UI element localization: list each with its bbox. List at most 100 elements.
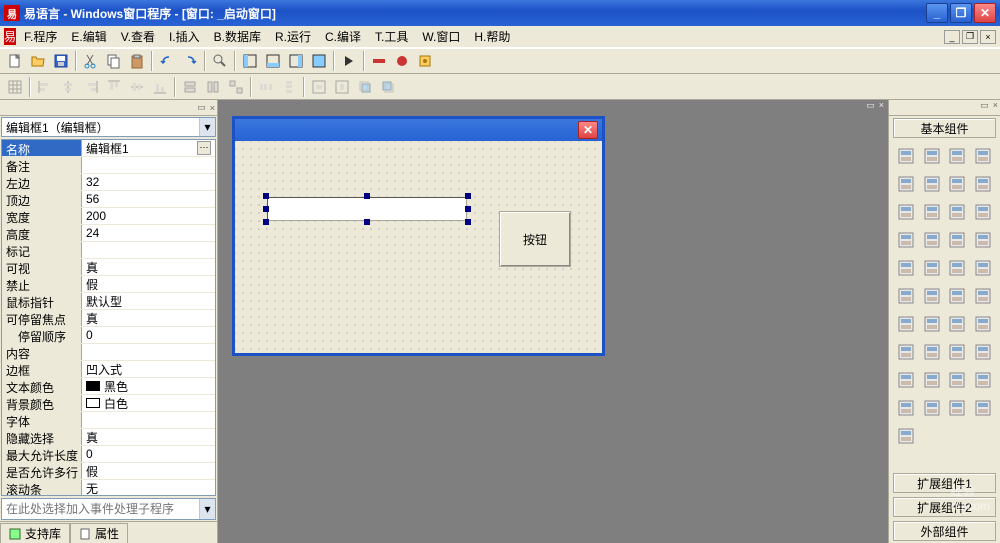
property-value[interactable]: 编辑框1⋯	[82, 140, 215, 156]
property-value[interactable]	[82, 157, 215, 173]
section-basic-components[interactable]: 基本组件	[893, 118, 996, 138]
menu-edit[interactable]: E.编辑	[65, 26, 112, 47]
component-odbc-db[interactable]	[893, 394, 919, 422]
open-file-icon[interactable]	[27, 50, 49, 72]
menu-database[interactable]: B.数据库	[208, 26, 267, 47]
property-value[interactable]: 0	[82, 446, 215, 462]
component-toolbar[interactable]	[893, 366, 919, 394]
component-picture[interactable]	[945, 142, 971, 170]
property-row[interactable]: 鼠标指针默认型	[2, 293, 215, 310]
property-value[interactable]: 0	[82, 327, 215, 343]
component-vline[interactable]	[919, 254, 945, 282]
property-value[interactable]	[82, 242, 215, 258]
component-selector-input[interactable]	[2, 118, 199, 136]
component-hline[interactable]	[893, 254, 919, 282]
undo-icon[interactable]	[156, 50, 178, 72]
component-dialog[interactable]	[919, 310, 945, 338]
component-odbc-query[interactable]	[919, 394, 945, 422]
cut-icon[interactable]	[80, 50, 102, 72]
property-row[interactable]: 内容	[2, 344, 215, 361]
ellipsis-button[interactable]: ⋯	[197, 141, 211, 155]
property-row[interactable]: 名称编辑框1⋯	[2, 140, 215, 157]
property-value[interactable]: 32	[82, 174, 215, 190]
designer-pin-icon[interactable]: ▭	[866, 100, 875, 116]
property-row[interactable]: 禁止假	[2, 276, 215, 293]
handle-se[interactable]	[465, 219, 471, 225]
layout-full-icon[interactable]	[308, 50, 330, 72]
component-odbc-proc[interactable]	[945, 394, 971, 422]
menu-insert[interactable]: I.插入	[163, 26, 206, 47]
component-listbox[interactable]	[970, 198, 996, 226]
component-drive[interactable]	[970, 338, 996, 366]
property-value[interactable]: 假	[82, 463, 215, 479]
component-treeview[interactable]	[945, 366, 971, 394]
component-filedlg[interactable]	[919, 338, 945, 366]
tab-support-lib[interactable]: 支持库	[0, 523, 70, 543]
menu-run[interactable]: R.运行	[269, 26, 317, 47]
property-row[interactable]: 停留顺序0	[2, 327, 215, 344]
mdi-close-button[interactable]: ×	[980, 30, 996, 44]
property-row[interactable]: 是否允许多行假	[2, 463, 215, 480]
component-frame[interactable]	[970, 282, 996, 310]
component-scroll[interactable]	[970, 310, 996, 338]
handle-w[interactable]	[263, 206, 269, 212]
properties-table[interactable]: 名称编辑框1⋯备注左边32顶边56宽度200高度24标记可视真禁止假鼠标指针默认…	[1, 139, 216, 496]
component-odbc-conn[interactable]	[970, 394, 996, 422]
property-row[interactable]: 顶边56	[2, 191, 215, 208]
section-ext1-components[interactable]: 扩展组件1	[893, 473, 996, 493]
layout-bottom-icon[interactable]	[262, 50, 284, 72]
component-statusbar[interactable]	[919, 366, 945, 394]
component-selector[interactable]: ▾	[1, 117, 216, 137]
handle-s[interactable]	[364, 219, 370, 225]
property-value[interactable]: 无	[82, 480, 215, 496]
property-value[interactable]	[82, 412, 215, 428]
menu-help[interactable]: H.帮助	[468, 26, 516, 47]
component-panel[interactable]	[970, 170, 996, 198]
menu-window[interactable]: W.窗口	[416, 26, 466, 47]
mdi-restore-button[interactable]: ❐	[962, 30, 978, 44]
property-value[interactable]: 56	[82, 191, 215, 207]
property-value[interactable]: 黑色	[82, 378, 215, 394]
handle-sw[interactable]	[263, 219, 269, 225]
chevron-down-icon[interactable]: ▾	[199, 499, 215, 519]
new-file-icon[interactable]	[4, 50, 26, 72]
palette-pin-icon[interactable]: ▭	[980, 100, 989, 115]
component-imagelist[interactable]	[970, 226, 996, 254]
section-external-components[interactable]: 外部组件	[893, 521, 996, 541]
copy-icon[interactable]	[103, 50, 125, 72]
property-row[interactable]: 字体	[2, 412, 215, 429]
property-value[interactable]: 假	[82, 276, 215, 292]
grid-icon[interactable]	[4, 76, 26, 98]
settings-icon[interactable]	[414, 50, 436, 72]
property-row[interactable]: 标记	[2, 242, 215, 259]
component-tab[interactable]	[945, 282, 971, 310]
component-memo[interactable]	[919, 170, 945, 198]
design-form-close-button[interactable]: ✕	[578, 121, 598, 139]
component-colorpick[interactable]	[945, 254, 971, 282]
designer-close-icon[interactable]: ×	[879, 100, 884, 116]
component-folder[interactable]	[945, 338, 971, 366]
component-table[interactable]	[919, 226, 945, 254]
component-shape[interactable]	[970, 142, 996, 170]
maximize-button[interactable]: ❐	[950, 3, 972, 23]
component-slider[interactable]	[970, 254, 996, 282]
menu-tools[interactable]: T.工具	[369, 26, 414, 47]
layout-right-icon[interactable]	[285, 50, 307, 72]
section-ext2-components[interactable]: 扩展组件2	[893, 497, 996, 517]
component-groupbox[interactable]	[945, 226, 971, 254]
handle-e[interactable]	[465, 206, 471, 212]
close-button[interactable]: ✕	[974, 3, 996, 23]
property-value[interactable]: 凹入式	[82, 361, 215, 377]
property-row[interactable]: 备注	[2, 157, 215, 174]
minimize-button[interactable]: _	[926, 3, 948, 23]
tab-properties[interactable]: 属性	[70, 523, 128, 543]
property-value[interactable]: 真	[82, 310, 215, 326]
property-row[interactable]: 最大允许长度0	[2, 446, 215, 463]
design-button[interactable]: 按钮	[499, 211, 571, 267]
design-form[interactable]: ✕ 按钮	[232, 116, 605, 356]
component-pointer[interactable]	[893, 142, 919, 170]
component-progress[interactable]	[919, 282, 945, 310]
property-value[interactable]: 真	[82, 429, 215, 445]
component-timer[interactable]	[893, 310, 919, 338]
component-checkbox[interactable]	[893, 198, 919, 226]
